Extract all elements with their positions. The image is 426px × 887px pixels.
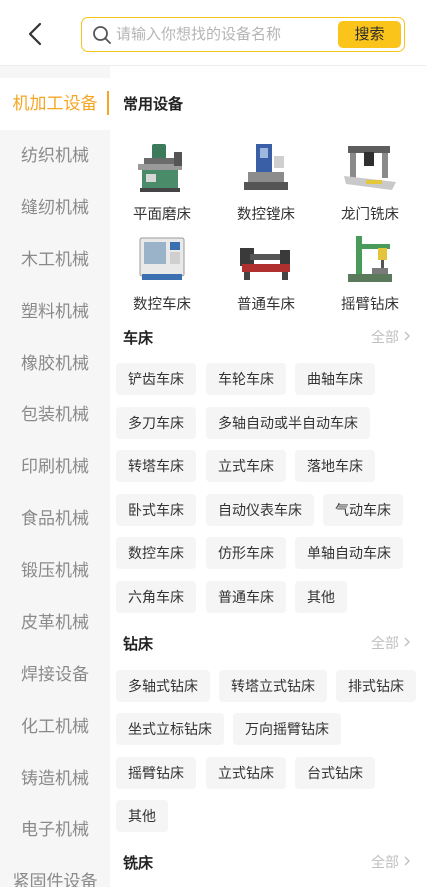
sidebar-item-welding[interactable]: 焊接设备 bbox=[0, 649, 110, 701]
chevron-right-icon bbox=[404, 856, 410, 866]
search-input[interactable] bbox=[116, 20, 326, 49]
tag-chip[interactable]: 普通车床 bbox=[206, 581, 286, 613]
sidebar-item-machining[interactable]: 机加工设备 bbox=[0, 78, 110, 130]
tag-chip[interactable]: 摇臂钻床 bbox=[116, 757, 196, 789]
machine-label: 摇臂钻床 bbox=[341, 297, 399, 313]
gantry-milling-machine-icon bbox=[344, 146, 396, 190]
back-button[interactable] bbox=[22, 20, 50, 48]
machine-gantry-milling[interactable]: 龙门铣床 bbox=[320, 142, 420, 224]
tag-chip[interactable]: 立式车床 bbox=[206, 450, 286, 482]
tag-chip[interactable]: 其他 bbox=[295, 581, 347, 613]
tag-chip[interactable]: 车轮车床 bbox=[206, 363, 286, 395]
category-sidebar: 机加工设备 纺织机械 缝纫机械 木工机械 塑料机械 橡胶机械 包装机械 印刷机械… bbox=[0, 66, 110, 887]
sidebar-item-chemical[interactable]: 化工机械 bbox=[0, 701, 110, 753]
cnc-lathe-icon bbox=[139, 237, 185, 280]
tag-chip[interactable]: 台式钻床 bbox=[295, 757, 375, 789]
common-section-title: 常用设备 bbox=[123, 96, 184, 113]
tag-chip[interactable]: 万向摇臂钻床 bbox=[233, 713, 341, 745]
machine-cnc-lathe[interactable]: 数控车床 bbox=[112, 234, 212, 314]
sidebar-item-printing[interactable]: 印刷机械 bbox=[0, 441, 110, 493]
surface-grinder-icon bbox=[138, 144, 182, 192]
tag-chip[interactable]: 其他 bbox=[116, 800, 168, 832]
tag-chip[interactable]: 自动仪表车床 bbox=[206, 494, 314, 526]
sidebar-item-fastener[interactable]: 紧固件设备 bbox=[0, 856, 110, 887]
sidebar-item-leather[interactable]: 皮革机械 bbox=[0, 597, 110, 649]
tag-chip[interactable]: 立式钻床 bbox=[206, 757, 286, 789]
tag-chip[interactable]: 六角车床 bbox=[116, 581, 196, 613]
lathe-section-title: 车床 bbox=[123, 330, 154, 347]
sidebar-item-textile[interactable]: 纺织机械 bbox=[0, 130, 110, 182]
drill-see-all-link[interactable]: 全部 bbox=[371, 633, 412, 653]
category-content: 常用设备 平面磨床 数控镗床 龙门铣床 数控车床 普通车床 摇臂钻床 车床 全部… bbox=[110, 66, 426, 887]
sidebar-item-sewing[interactable]: 缝纫机械 bbox=[0, 182, 110, 234]
machine-surface-grinder[interactable]: 平面磨床 bbox=[112, 142, 212, 224]
radial-drill-icon bbox=[348, 236, 392, 282]
machine-lathe[interactable]: 普通车床 bbox=[216, 234, 316, 314]
drill-section-title: 钻床 bbox=[123, 636, 154, 653]
milling-section-title: 铣床 bbox=[123, 855, 154, 872]
sidebar-item-plastics[interactable]: 塑料机械 bbox=[0, 286, 110, 338]
chevron-left-icon bbox=[28, 22, 42, 46]
tag-chip[interactable]: 曲轴车床 bbox=[295, 363, 375, 395]
sidebar-item-forging[interactable]: 锻压机械 bbox=[0, 545, 110, 597]
machine-cnc-boring[interactable]: 数控镗床 bbox=[216, 142, 316, 224]
machine-label: 平面磨床 bbox=[133, 207, 191, 223]
tag-chip[interactable]: 单轴自动车床 bbox=[295, 537, 403, 569]
sidebar-item-packaging[interactable]: 包装机械 bbox=[0, 389, 110, 441]
tag-chip[interactable]: 数控车床 bbox=[116, 537, 196, 569]
tag-chip[interactable]: 排式钻床 bbox=[336, 670, 416, 702]
tag-chip[interactable]: 卧式车床 bbox=[116, 494, 196, 526]
lathe-icon bbox=[240, 248, 290, 280]
sidebar-item-woodworking[interactable]: 木工机械 bbox=[0, 234, 110, 286]
search-button[interactable]: 搜索 bbox=[338, 21, 401, 48]
sidebar-item-casting[interactable]: 铸造机械 bbox=[0, 753, 110, 805]
chevron-right-icon bbox=[404, 637, 410, 647]
machine-label: 数控车床 bbox=[133, 297, 191, 313]
tag-chip[interactable]: 多轴自动或半自动车床 bbox=[206, 407, 370, 439]
app-root: 搜索 机加工设备 纺织机械 缝纫机械 木工机械 塑料机械 橡胶机械 包装机械 印… bbox=[0, 0, 426, 887]
tag-chip[interactable]: 气动车床 bbox=[323, 494, 403, 526]
sidebar-item-rubber[interactable]: 橡胶机械 bbox=[0, 338, 110, 390]
sidebar-item-food[interactable]: 食品机械 bbox=[0, 493, 110, 545]
chevron-right-icon bbox=[404, 331, 410, 341]
machine-label: 普通车床 bbox=[237, 297, 295, 313]
top-bar: 搜索 bbox=[0, 0, 426, 66]
milling-see-all-link[interactable]: 全部 bbox=[371, 852, 412, 872]
cnc-boring-machine-icon bbox=[244, 144, 288, 190]
machine-label: 龙门铣床 bbox=[341, 207, 399, 223]
tag-chip[interactable]: 转塔车床 bbox=[116, 450, 196, 482]
tag-chip[interactable]: 多刀车床 bbox=[116, 407, 196, 439]
tag-chip[interactable]: 转塔立式钻床 bbox=[219, 670, 327, 702]
tag-chip[interactable]: 多轴式钻床 bbox=[116, 670, 210, 702]
search-icon bbox=[93, 26, 111, 44]
machine-radial-drill[interactable]: 摇臂钻床 bbox=[320, 234, 420, 314]
tag-chip[interactable]: 仿形车床 bbox=[206, 537, 286, 569]
machine-label: 数控镗床 bbox=[237, 207, 295, 223]
lathe-see-all-link[interactable]: 全部 bbox=[371, 327, 412, 347]
tag-chip[interactable]: 铲齿车床 bbox=[116, 363, 196, 395]
sidebar-item-electronics[interactable]: 电子机械 bbox=[0, 804, 110, 856]
search-bar: 搜索 bbox=[81, 17, 405, 52]
tag-chip[interactable]: 坐式立标钻床 bbox=[116, 713, 224, 745]
tag-chip[interactable]: 落地车床 bbox=[295, 450, 375, 482]
